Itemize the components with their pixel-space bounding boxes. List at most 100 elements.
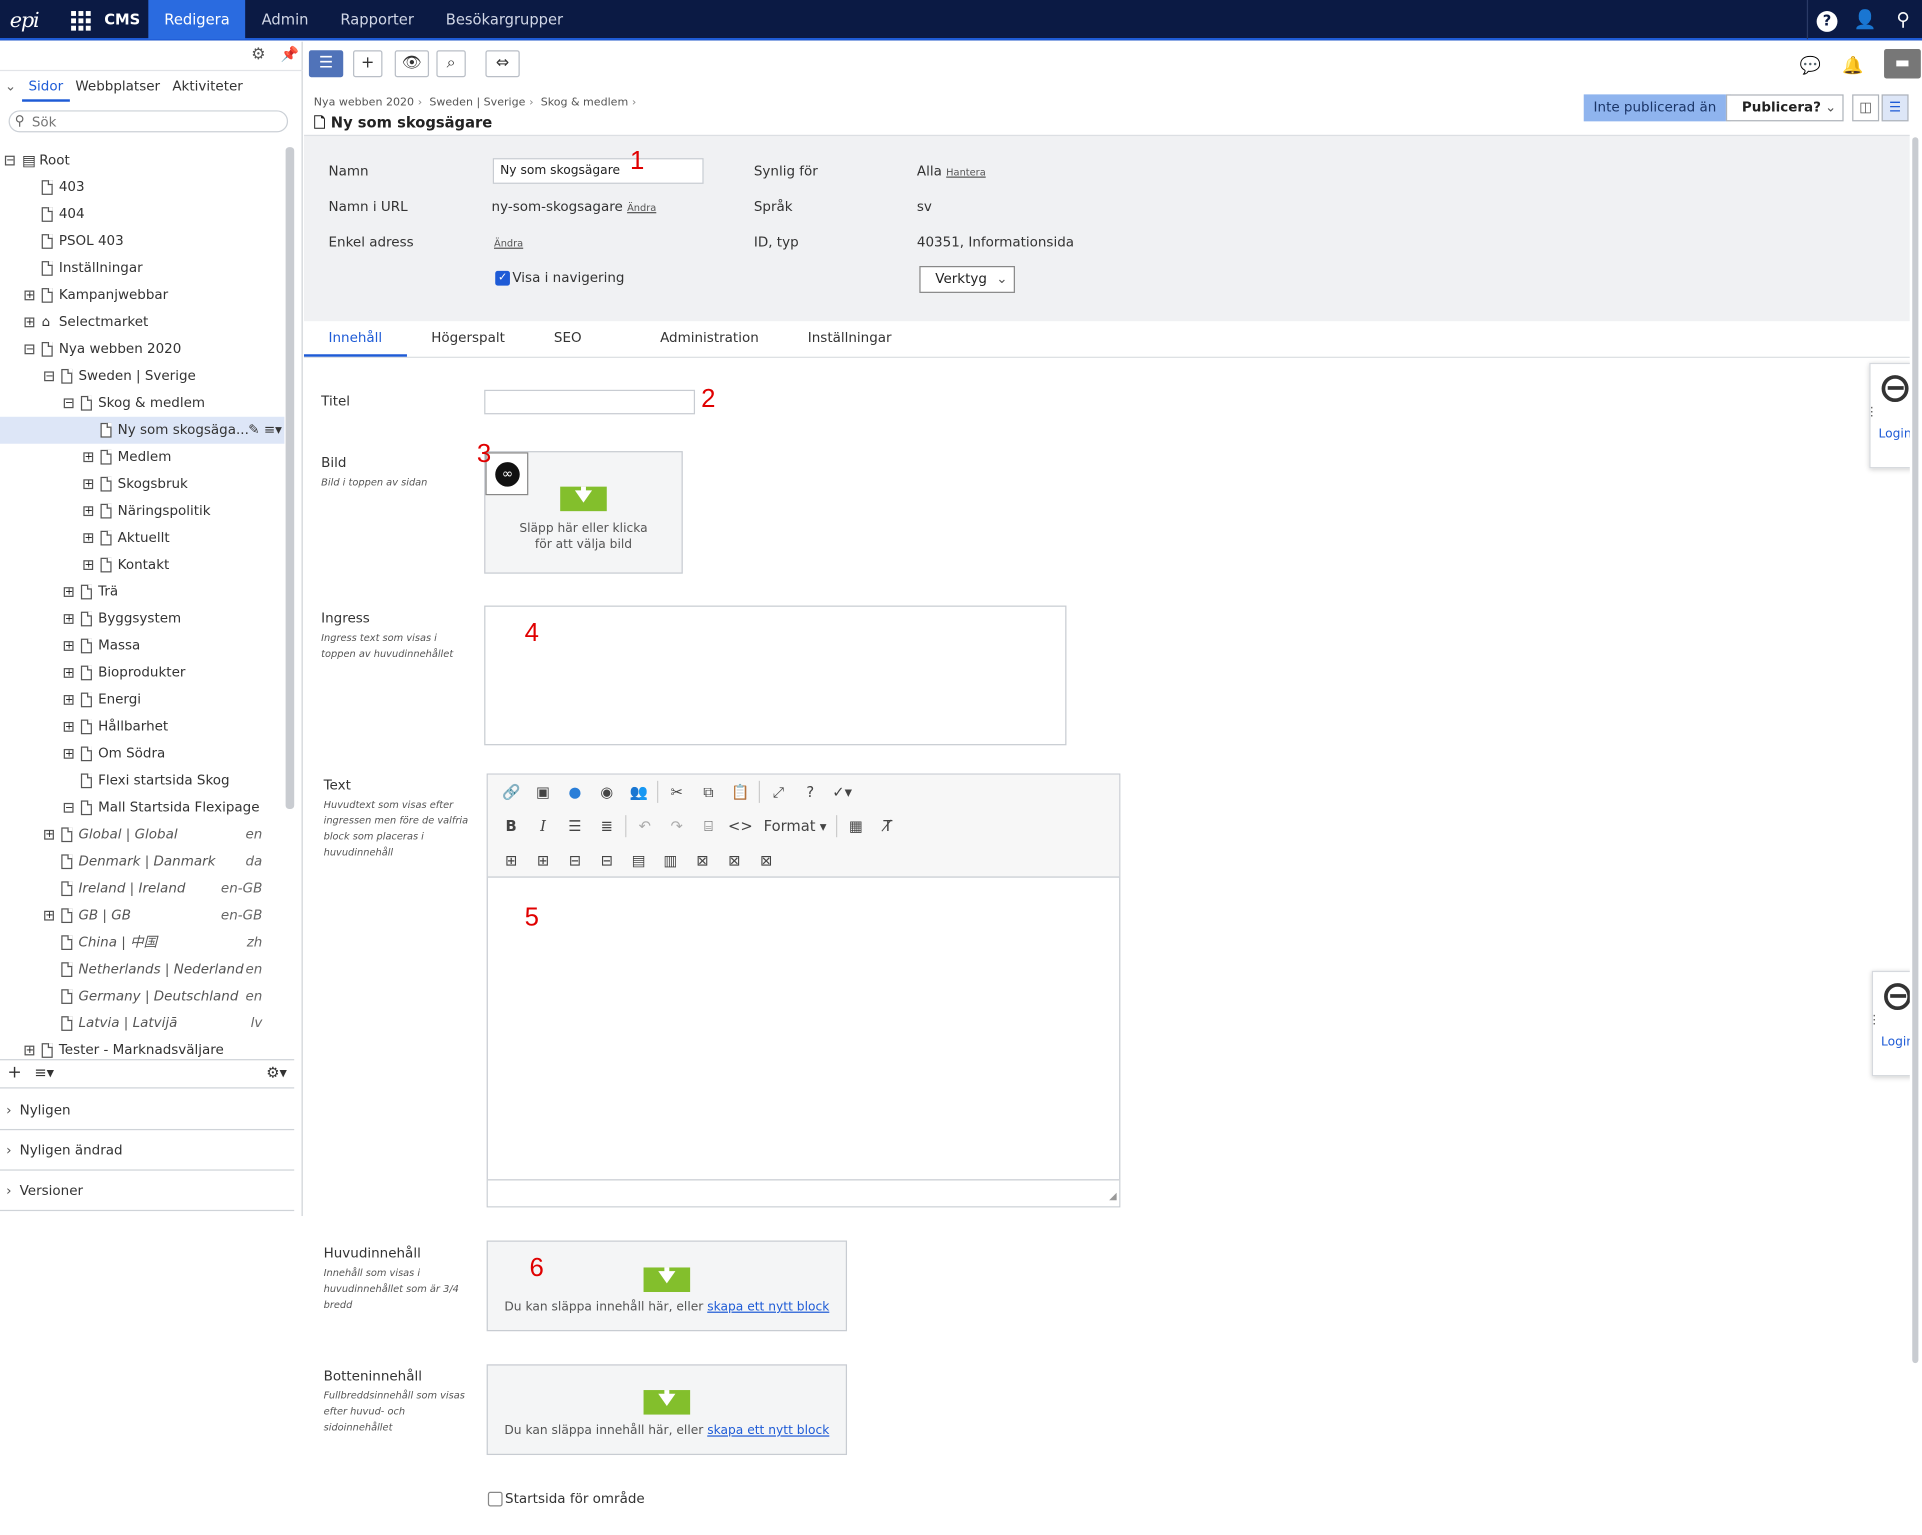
tree-node[interactable]: + Kontakt (0, 552, 284, 579)
tab-installningar[interactable]: Inställningar (783, 321, 916, 357)
tree-node[interactable]: + GB | GB en-GB (0, 902, 284, 929)
bell-icon[interactable]: 🔔 (1842, 56, 1863, 76)
collapse-icon[interactable]: − (44, 371, 54, 382)
ingress-textarea[interactable] (484, 605, 1067, 746)
cut-icon[interactable]: ✂ (661, 783, 693, 800)
nav-admin[interactable]: Admin (246, 0, 325, 39)
tree-node[interactable]: 404 (0, 201, 284, 228)
drag-handle-icon[interactable]: ⋮ (1866, 406, 1878, 419)
personalize-icon[interactable]: 👥 (623, 783, 655, 800)
app-grid-icon[interactable] (71, 11, 91, 31)
compare-icon[interactable]: ⇔ (485, 50, 520, 78)
accordion-versioner[interactable]: Versioner (0, 1172, 295, 1212)
change-address-link[interactable]: Ändra (494, 238, 523, 249)
gear-icon[interactable]: ⚙ (251, 45, 265, 63)
bold-icon[interactable]: B (495, 818, 527, 835)
manage-link[interactable]: Hantera (946, 167, 986, 178)
tree-node[interactable]: + Kampanjwebbar (0, 282, 284, 309)
expand-icon[interactable]: + (24, 290, 35, 301)
tree-node[interactable]: Germany | Deutschland en (0, 983, 284, 1010)
expand-icon[interactable]: + (83, 506, 94, 517)
table-delete-icon[interactable]: ⊠ (750, 852, 782, 869)
show-in-nav-checkbox[interactable]: ✓ (495, 270, 510, 286)
name-input[interactable]: Ny som skogsägare (492, 158, 704, 184)
fullscreen-icon[interactable]: ⤢ (762, 783, 794, 801)
add-button[interactable]: + (353, 50, 383, 78)
tree-node[interactable]: + Bioprodukter (0, 659, 284, 686)
drag-handle-icon[interactable]: ⋮ (1868, 1014, 1880, 1027)
collapse-icon[interactable]: − (63, 802, 74, 813)
breadcrumb-item[interactable]: Nya webben 2020 (314, 97, 414, 109)
tree-node[interactable]: − Mall Startsida Flexipage (0, 794, 284, 821)
link-icon[interactable]: ∞ (485, 452, 529, 496)
accordion-nyligen[interactable]: Nyligen (0, 1091, 295, 1131)
bullet-list-icon[interactable]: ☰ (559, 818, 591, 835)
table-insert-col-after-icon[interactable]: ⊟ (591, 852, 623, 869)
collapse-icon[interactable]: − (63, 398, 74, 409)
table-delete-col-icon[interactable]: ⊠ (718, 852, 750, 869)
scrollbar-thumb[interactable] (1912, 137, 1919, 1364)
table-cell-icon[interactable]: ▥ (655, 852, 687, 869)
table-insert-row-before-icon[interactable]: ⊞ (495, 852, 527, 869)
nav-rapporter[interactable]: Rapporter (324, 0, 429, 39)
bottom-content-dropzone[interactable]: Du kan släppa innehåll här, eller skapa … (486, 1364, 848, 1456)
accordion-nyligen-andrad[interactable]: Nyligen ändrad (0, 1131, 295, 1171)
find-icon[interactable]: ⌸ (693, 817, 725, 835)
tab-seo[interactable]: SEO (529, 321, 606, 357)
chevron-down-icon[interactable]: ⌄ (0, 78, 22, 101)
tools-dropdown[interactable]: Verktyg ⌄ (919, 265, 1015, 293)
epi-logo[interactable]: epi (10, 9, 40, 34)
tree-node[interactable]: + Hållbarhet (0, 713, 284, 740)
view-settings-icon[interactable]: ⌕ (436, 50, 466, 78)
create-block-link[interactable]: skapa ett nytt block (707, 1424, 829, 1437)
format-dropdown[interactable]: Format ▾ (756, 818, 834, 835)
tree-node[interactable]: + Global | Global en (0, 821, 284, 848)
tree-node[interactable]: China | 中国 zh (0, 929, 284, 956)
expand-icon[interactable]: + (63, 748, 74, 759)
tab-administration[interactable]: Administration (606, 321, 783, 357)
media-icon[interactable]: ▣ (527, 783, 559, 800)
undo-icon[interactable]: ↶ (629, 818, 661, 835)
expand-icon[interactable]: + (44, 910, 54, 921)
table-insert-row-after-icon[interactable]: ⊞ (527, 852, 559, 869)
help-icon[interactable]: ? (794, 783, 826, 800)
tree-node[interactable]: + Trä (0, 579, 284, 606)
tree-node[interactable]: + Massa (0, 633, 284, 660)
nav-redigera[interactable]: Redigera (148, 0, 246, 40)
help-icon[interactable]: ? (1808, 0, 1846, 39)
expand-icon[interactable]: + (24, 317, 35, 328)
pin-icon[interactable]: 📌 (281, 45, 299, 62)
on-page-edit-icon[interactable]: ◫ (1852, 94, 1880, 122)
table-icon[interactable]: ▦ (840, 818, 872, 835)
table-insert-col-before-icon[interactable]: ⊟ (559, 852, 591, 869)
nav-besokargrupper[interactable]: Besökargrupper (430, 0, 579, 39)
clear-format-icon[interactable]: T̸ (872, 818, 904, 835)
add-icon[interactable]: + (7, 1063, 21, 1083)
tree-scrollbar[interactable] (285, 147, 295, 810)
tree-node[interactable]: + Om Södra (0, 740, 284, 767)
globe-icon[interactable]: ● (559, 783, 591, 800)
code-icon[interactable]: <> (724, 818, 756, 835)
search-icon[interactable]: ⚲ (1884, 0, 1922, 39)
main-scrollbar[interactable] (1909, 88, 1922, 1535)
comment-icon[interactable]: 💬 (1799, 56, 1820, 76)
breadcrumb-item[interactable]: Skog & medlem (541, 97, 629, 109)
tab-aktiviteter[interactable]: Aktiviteter (166, 78, 249, 101)
link-icon[interactable]: 🔗 (495, 783, 527, 800)
tree-node[interactable]: Ny som skogsäga... ✎ ≡▾ (0, 416, 285, 444)
expand-icon[interactable]: + (63, 587, 74, 597)
table-delete-row-icon[interactable]: ⊠ (686, 852, 718, 869)
folder-icon[interactable]: ▬ (1884, 49, 1921, 79)
tree-node[interactable]: + ⌂ Selectmarket (0, 309, 284, 336)
redo-icon[interactable]: ↷ (661, 818, 693, 835)
search-input[interactable] (31, 112, 278, 130)
tab-hogerspalt[interactable]: Högerspalt (407, 321, 530, 357)
expand-icon[interactable]: + (63, 640, 74, 651)
tree-node[interactable]: Flexi startsida Skog (0, 767, 284, 794)
tree-node[interactable]: − Skog & medlem (0, 390, 284, 417)
tree-node[interactable]: Denmark | Danmark da (0, 848, 284, 875)
tree-node[interactable]: − Nya webben 2020 (0, 336, 284, 363)
copy-icon[interactable]: ⧉ (693, 783, 725, 801)
expand-icon[interactable]: + (63, 667, 74, 678)
tree-node[interactable]: + Byggsystem (0, 606, 284, 633)
